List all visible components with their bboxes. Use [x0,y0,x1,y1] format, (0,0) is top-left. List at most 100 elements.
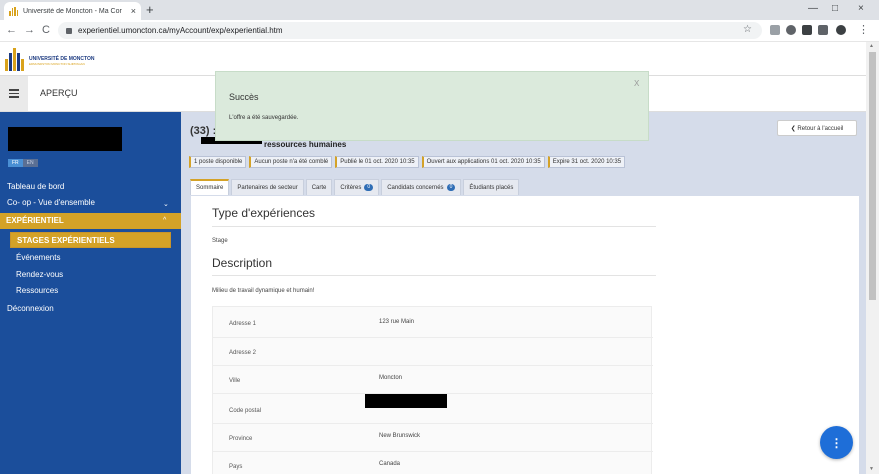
status-badge: Publié le 01 oct. 2020 10:35 [335,156,419,168]
address-bar[interactable]: experientiel.umoncton.ca/myAccount/exp/e… [58,22,762,39]
status-badge: Expire 31 oct. 2020 10:35 [547,156,626,168]
job-number: (33) : [190,125,217,137]
job-status-badges: 1 poste disponible Aucun poste n'a été c… [189,156,626,168]
logo-bars-icon [5,48,24,71]
maximize-icon[interactable]: □ [832,3,838,14]
divider [212,275,656,276]
sidebar-item-events[interactable]: Événements [16,253,60,262]
redacted-user-name [8,127,122,151]
forward-icon[interactable]: → [24,24,35,37]
country-label: Pays [229,464,243,470]
university-favicon-icon [9,6,18,16]
sidebar-item-appointments[interactable]: Rendez-vous [16,270,63,279]
row-divider [213,365,653,366]
lang-en-button[interactable]: EN [22,159,38,167]
tab-summary[interactable]: Sommaire [190,179,230,195]
experience-type-value: Stage [212,238,228,244]
toast-close-icon[interactable]: X [634,79,639,88]
sidebar-item-experiential-label: EXPÉRIENTIEL [6,216,64,225]
browser-tab-title: Université de Moncton - Ma Cor [23,7,122,15]
scroll-down-icon[interactable]: ▼ [869,466,874,472]
sidebar-item-stages[interactable]: STAGES EXPÉRIENTIELS [10,232,171,248]
chevron-down-icon[interactable]: ⌄ [163,200,169,208]
tab-close-icon[interactable]: × [131,6,136,16]
tab-label: Étudiants placés [469,184,514,191]
page-section-label: APERÇU [40,88,78,98]
tab-candidates[interactable]: Candidats concernés 0 [381,179,462,195]
province-value: New Brunswick [379,433,421,439]
posting-tabs: Sommaire Partenaires de secteur Carte Cr… [190,179,520,195]
description-value: Milieu de travail dynamique et humain! [212,288,315,294]
lang-fr-button[interactable]: FR [8,159,23,167]
extension-icon[interactable] [770,25,780,35]
browser-tab[interactable]: Université de Moncton - Ma Cor × [4,2,141,20]
section-title-description: Description [212,256,273,270]
bookmark-star-icon[interactable]: ☆ [743,24,752,35]
more-actions-button[interactable]: ⋮ [820,426,853,459]
browser-tabstrip: Université de Moncton - Ma Cor × + — □ × [0,0,879,20]
page-scrollbar[interactable]: ▲ ▼ [866,42,879,474]
toast-message: L'offre a été sauvegardée. [229,115,299,121]
puzzle-icon[interactable] [802,25,812,35]
count-badge: 0 [446,184,456,191]
scrollbar-thumb[interactable] [869,52,876,300]
reload-icon[interactable]: C [42,24,50,37]
toast-title: Succès [229,92,259,102]
tab-map[interactable]: Carte [305,179,333,195]
tab-label: Critères [340,184,362,191]
redacted-postal-code [365,394,447,408]
extension-icon[interactable] [786,25,796,35]
city-label: Ville [229,378,241,384]
address2-label: Adresse 2 [229,350,257,356]
main-content: (33) : ressources humaines ❮ Retour à l'… [181,112,866,474]
tab-label: Sommaire [196,185,224,191]
sidebar-item-dashboard[interactable]: Tableau de bord [7,182,64,191]
tab-criteria[interactable]: Critères 0 [334,179,380,195]
divider [212,226,656,227]
sidebar: FR EN Tableau de bord Co- op - Vue d'ens… [0,112,181,474]
address1-label: Adresse 1 [229,321,257,327]
postal-code-label: Code postal [229,408,262,414]
scroll-up-icon[interactable]: ▲ [869,43,874,49]
new-tab-icon[interactable]: + [146,2,154,18]
count-badge: 0 [364,184,374,191]
url-text: experientiel.umoncton.ca/myAccount/exp/e… [78,26,283,35]
logo-subtext: EDMUNDSTON MONCTON SHIPPAGAN [29,62,85,66]
tab-sector-partners[interactable]: Partenaires de secteur [231,179,304,195]
sidebar-item-logout[interactable]: Déconnexion [7,304,54,313]
row-divider [213,451,653,452]
city-value: Moncton [379,375,403,381]
tab-label: Carte [311,184,327,191]
minimize-icon[interactable]: — [808,3,818,14]
reading-list-icon[interactable] [818,25,828,35]
browser-menu-icon[interactable]: ⋮ [858,24,869,37]
country-value: Canada [379,461,401,467]
summary-panel: Type d'expériences Stage Description Mil… [191,196,859,474]
job-title: ressources humaines [264,140,347,149]
profile-icon[interactable] [836,25,846,35]
lock-icon [66,27,72,34]
language-switch: FR EN [8,159,38,167]
chevron-up-icon[interactable]: ^ [163,217,166,224]
address-table: Adresse 1 123 rue Main Adresse 2 Ville M… [212,306,653,474]
window-close-icon[interactable]: × [858,3,864,14]
success-toast: Succès L'offre a été sauvegardée. X [215,71,649,141]
section-title-experience-type: Type d'expériences [212,206,316,220]
back-to-home-button[interactable]: ❮ Retour à l'accueil [777,120,857,136]
sidebar-item-coop[interactable]: Co- op - Vue d'ensemble [7,198,95,207]
university-logo[interactable]: UNIVERSITÉ DE MONCTON EDMUNDSTON MONCTON… [5,48,94,71]
address1-value: 123 rue Main [379,319,415,325]
tab-label: Partenaires de secteur [237,184,298,191]
status-badge: 1 poste disponible [189,156,247,168]
province-label: Province [229,436,253,442]
hamburger-menu-icon[interactable] [0,76,28,111]
row-divider [213,337,653,338]
tab-placed-students[interactable]: Étudiants placés [463,179,520,195]
status-badge: Aucun poste n'a été comblé [249,156,333,168]
row-divider [213,423,653,424]
tab-label: Candidats concernés [387,184,444,191]
browser-toolbar: ← → C experientiel.umoncton.ca/myAccount… [0,20,879,42]
sidebar-item-resources[interactable]: Ressources [16,286,58,295]
status-badge: Ouvert aux applications 01 oct. 2020 10:… [421,156,545,168]
back-icon[interactable]: ← [6,24,17,37]
